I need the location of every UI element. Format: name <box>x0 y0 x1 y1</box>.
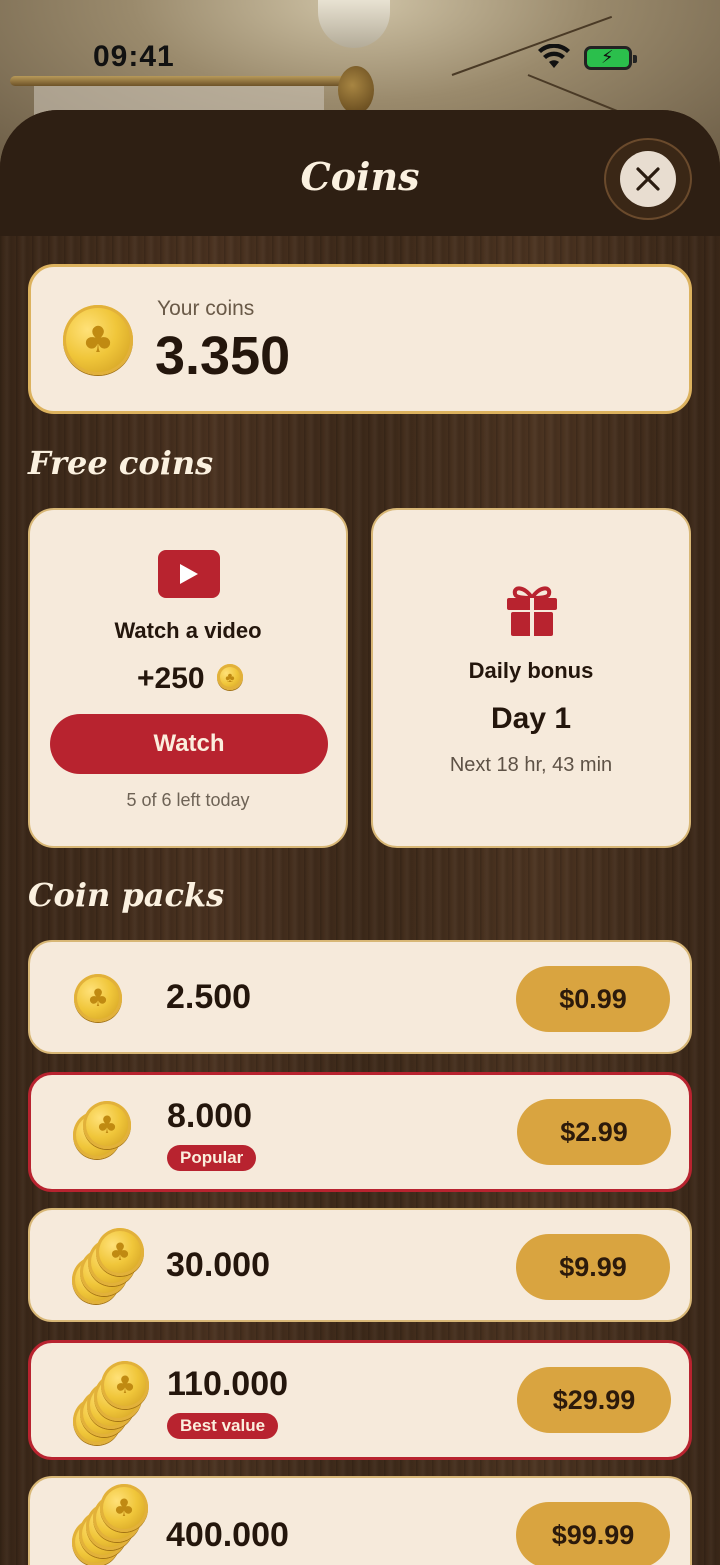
daily-bonus-label: Daily bonus <box>468 658 594 683</box>
balance-label: Your coins <box>157 297 255 320</box>
daily-bonus-day: Day 1 <box>490 702 572 735</box>
status-time: 09:41 <box>93 40 175 73</box>
pack-amount: 400.000 <box>166 1516 289 1554</box>
balance-card: ♣ Your coins 3.350 <box>28 264 692 414</box>
popular-badge: Popular <box>167 1145 257 1171</box>
coin-stack-icon: ♣ <box>72 1210 152 1320</box>
close-button-face <box>620 151 676 207</box>
coin-stack-icon: ♣ <box>73 1343 153 1453</box>
best-value-badge: Best value <box>167 1413 279 1439</box>
coin-stack-icon: ♣ <box>73 1075 153 1185</box>
coin-stack-icon: ♣ <box>72 1478 152 1565</box>
coin-pack-110000[interactable]: ♣ 110.000 Best value $29.99 <box>28 1340 692 1460</box>
watch-video-label: Watch a video <box>114 618 262 643</box>
daily-bonus-card[interactable]: Daily bonus Day 1 Next 18 hr, 43 min <box>371 508 691 848</box>
wifi-icon <box>538 44 570 68</box>
daily-bonus-countdown: Next 18 hr, 43 min <box>449 754 613 776</box>
video-play-icon <box>158 550 220 598</box>
coin-packs-title: Coin packs <box>28 876 225 914</box>
coin-icon: ♣ <box>216 664 243 691</box>
price-button[interactable]: $2.99 <box>517 1099 671 1165</box>
watch-button[interactable]: Watch <box>50 714 328 774</box>
battery-icon: ⚡ <box>584 46 637 70</box>
watch-video-card: Watch a video +250 ♣ Watch 5 of 6 left t… <box>28 508 348 848</box>
price-button[interactable]: $99.99 <box>516 1502 670 1565</box>
price-button[interactable]: $29.99 <box>517 1367 671 1433</box>
video-reward: +250 ♣ <box>30 662 346 696</box>
close-button[interactable] <box>604 138 692 220</box>
pack-amount: 30.000 <box>166 1246 270 1284</box>
videos-remaining: 5 of 6 left today <box>126 790 250 810</box>
pack-amount: 2.500 <box>166 978 252 1016</box>
price-button[interactable]: $9.99 <box>516 1234 670 1300</box>
coin-stack-icon: ♣ <box>72 942 152 1052</box>
coin-pack-30000[interactable]: ♣ 30.000 $9.99 <box>28 1208 692 1322</box>
status-bar: 09:41 ⚡ <box>0 0 720 110</box>
pack-amount: 8.000 <box>167 1097 253 1135</box>
coin-icon: ♣ <box>63 305 133 375</box>
coin-pack-2500[interactable]: ♣ 2.500 $0.99 <box>28 940 692 1054</box>
coin-pack-400000[interactable]: ♣ 400.000 $99.99 <box>28 1476 692 1565</box>
price-button[interactable]: $0.99 <box>516 966 670 1032</box>
coin-pack-8000[interactable]: ♣ 8.000 Popular $2.99 <box>28 1072 692 1192</box>
gift-icon <box>507 586 557 636</box>
video-reward-value: +250 <box>137 662 205 695</box>
pack-amount: 110.000 <box>167 1365 289 1403</box>
close-icon <box>636 167 660 191</box>
coins-sheet: Coins ♣ Your coins 3.350 Free coins Watc… <box>0 110 720 1565</box>
free-coins-title: Free coins <box>28 444 214 482</box>
charging-bolt-icon: ⚡ <box>601 47 614 68</box>
sheet-header: Coins <box>0 110 720 236</box>
balance-value: 3.350 <box>155 326 291 386</box>
